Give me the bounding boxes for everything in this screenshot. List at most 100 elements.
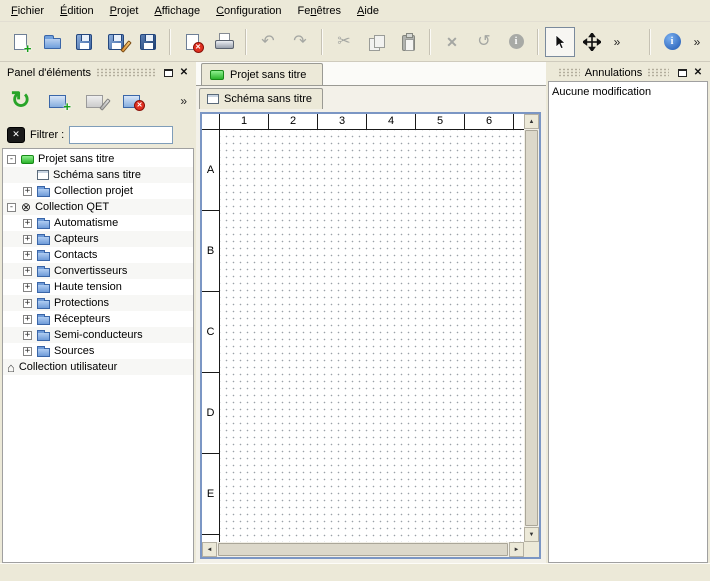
toolbar-overflow-button-2[interactable]: » (689, 27, 705, 57)
undo-history-list: Aucune modification (548, 81, 708, 563)
toolbar-separator (321, 29, 323, 55)
expander-icon[interactable]: + (23, 299, 32, 308)
tree-item-convertisseurs[interactable]: + Convertisseurs (3, 263, 193, 279)
dock-grip[interactable] (558, 68, 580, 77)
schema-tab-bar: Schéma sans titre (196, 86, 546, 109)
scroll-up-button[interactable]: ▲ (524, 114, 539, 129)
menu-aide[interactable]: Aide (349, 0, 387, 21)
tree-item-schema-sans-titre[interactable]: Schéma sans titre (3, 167, 193, 183)
select-tool-button[interactable] (545, 27, 575, 57)
tree-item-capteurs[interactable]: + Capteurs (3, 231, 193, 247)
save-all-button[interactable] (133, 27, 163, 57)
expander-icon[interactable]: + (23, 267, 32, 276)
expander-icon[interactable]: + (23, 283, 32, 292)
tree-item-projet-sans-titre[interactable]: - Projet sans titre (3, 151, 193, 167)
dock-close-button[interactable]: ✕ (176, 65, 192, 80)
dock-float-button[interactable] (160, 65, 176, 80)
tree-item-recepteurs[interactable]: + Récepteurs (3, 311, 193, 327)
expander-icon[interactable]: - (7, 155, 16, 164)
column-headers: 1 2 3 4 5 6 (220, 114, 524, 130)
expander-icon[interactable]: + (23, 331, 32, 340)
tree-item-collection-projet[interactable]: + Collection projet (3, 183, 193, 199)
expander-icon[interactable]: + (23, 219, 32, 228)
tree-item-collection-utilisateur[interactable]: ⌂ Collection utilisateur (3, 359, 193, 375)
menu-affichage[interactable]: Affichage (146, 0, 208, 21)
horizontal-scroll-track[interactable] (217, 542, 509, 557)
toolbar-overflow-button[interactable]: » (609, 27, 625, 57)
tree-item-label: Projet sans titre (38, 153, 114, 165)
project-icon (210, 70, 224, 80)
element-info-button[interactable]: i (501, 27, 531, 57)
tree-item-collection-qet[interactable]: - ⊗ Collection QET (3, 199, 193, 215)
horizontal-scrollbar[interactable]: ◄ ► (202, 542, 524, 557)
undo-panel-titlebar[interactable]: Annulations ✕ (548, 64, 708, 81)
elements-panel-titlebar[interactable]: Panel d'éléments ✕ (2, 64, 194, 81)
menu-configuration[interactable]: Configuration (208, 0, 289, 21)
tree-item-protections[interactable]: + Protections (3, 295, 193, 311)
menu-projet[interactable]: Projet (102, 0, 147, 21)
tree-item-contacts[interactable]: + Contacts (3, 247, 193, 263)
column-header: 4 (367, 114, 416, 129)
open-project-button[interactable] (37, 27, 67, 57)
rotate-button[interactable]: ↺ (469, 27, 499, 57)
panel-overflow-icon[interactable]: » (180, 95, 187, 107)
new-element-button[interactable]: + (42, 86, 73, 117)
close-file-button[interactable]: ✕ (177, 27, 207, 57)
horizontal-scroll-thumb[interactable] (218, 543, 508, 556)
tree-item-label: Contacts (54, 249, 97, 261)
vertical-scroll-thumb[interactable] (525, 130, 538, 526)
copy-button[interactable] (361, 27, 391, 57)
pencil-icon (99, 98, 110, 111)
expander-icon[interactable]: + (23, 315, 32, 324)
tree-item-sources[interactable]: + Sources (3, 343, 193, 359)
cut-button[interactable]: ✂ (329, 27, 359, 57)
tab-schema-sans-titre[interactable]: Schéma sans titre (199, 88, 323, 109)
dock-float-button[interactable] (674, 65, 690, 80)
schema-canvas[interactable] (220, 130, 524, 542)
expander-icon[interactable]: + (23, 235, 32, 244)
menu-fenetres[interactable]: Fenêtres (290, 0, 349, 21)
print-button[interactable] (209, 27, 239, 57)
save-as-button[interactable] (101, 27, 131, 57)
undo-button[interactable]: ↶ (253, 27, 283, 57)
dock-grip[interactable] (647, 68, 669, 77)
redo-button[interactable]: ↷ (285, 27, 315, 57)
expander-icon[interactable]: + (23, 187, 32, 196)
elements-panel-dock: Panel d'éléments ✕ ↻ + ✕ » ✕ Filtrer : (2, 64, 194, 563)
menu-edition[interactable]: Édition (52, 0, 102, 21)
tree-item-label: Protections (54, 297, 109, 309)
dock-close-button[interactable]: ✕ (690, 65, 706, 80)
schema-icon (37, 170, 49, 180)
reload-collections-button[interactable]: ↻ (5, 86, 36, 117)
delete-element-button[interactable]: ✕ (116, 86, 147, 117)
scroll-down-button[interactable]: ▼ (524, 527, 539, 542)
tree-item-haute-tension[interactable]: + Haute tension (3, 279, 193, 295)
paste-button[interactable] (393, 27, 423, 57)
move-tool-button[interactable] (577, 27, 607, 57)
tab-projet-sans-titre[interactable]: Projet sans titre (201, 63, 323, 85)
scroll-left-button[interactable]: ◄ (202, 542, 217, 557)
undo-list-item[interactable]: Aucune modification (552, 84, 704, 100)
dock-grip[interactable] (96, 68, 155, 77)
about-button[interactable]: i (657, 27, 687, 57)
expander-icon[interactable]: + (23, 347, 32, 356)
menu-fichier[interactable]: Fichier (3, 0, 52, 21)
save-button[interactable] (69, 27, 99, 57)
vertical-scrollbar[interactable]: ▲ ▼ (524, 114, 539, 542)
edit-element-button[interactable] (79, 86, 110, 117)
folder-icon (37, 188, 50, 197)
scroll-right-button[interactable]: ► (509, 542, 524, 557)
clear-filter-button[interactable]: ✕ (7, 127, 25, 143)
delete-button[interactable]: ✕ (437, 27, 467, 57)
filter-input[interactable] (69, 126, 173, 144)
expander-icon[interactable]: + (23, 251, 32, 260)
tree-item-semi-conducteurs[interactable]: + Semi-conducteurs (3, 327, 193, 343)
project-tab-bar: Projet sans titre (196, 62, 546, 86)
schema-tab-label: Schéma sans titre (224, 93, 312, 105)
tree-item-automatisme[interactable]: + Automatisme (3, 215, 193, 231)
vertical-scroll-track[interactable] (524, 129, 539, 527)
toolbar-separator (245, 29, 247, 55)
row-headers: A B C D E (202, 130, 220, 542)
expander-icon[interactable]: - (7, 203, 16, 212)
new-project-button[interactable]: + (5, 27, 35, 57)
